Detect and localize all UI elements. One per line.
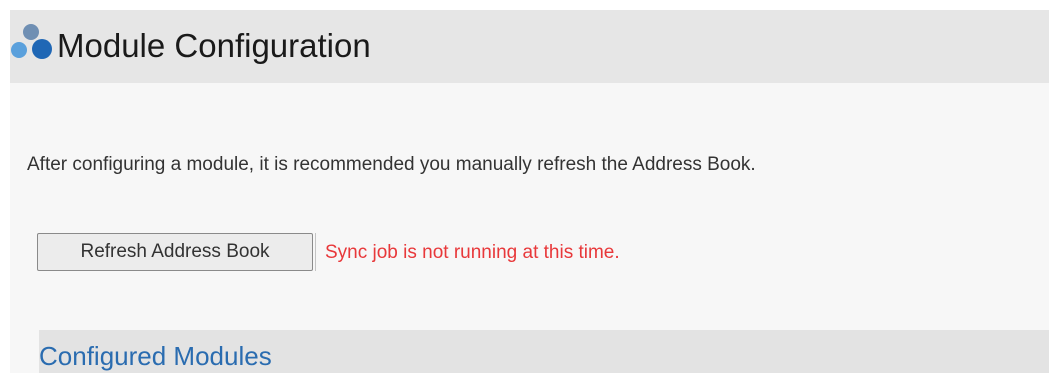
page-header: Module Configuration xyxy=(10,10,1049,83)
modules-icon xyxy=(11,24,52,59)
page-title: Module Configuration xyxy=(57,27,371,64)
refresh-address-book-button[interactable]: Refresh Address Book xyxy=(37,233,313,271)
module-configuration-page: Module Configuration After configuring a… xyxy=(10,10,1049,373)
status-divider xyxy=(315,233,316,271)
sync-status-message: Sync job is not running at this time. xyxy=(325,242,620,263)
refresh-recommendation-text: After configuring a module, it is recomm… xyxy=(27,154,756,175)
configured-modules-section-header: Configured Modules xyxy=(39,330,1049,373)
configured-modules-heading: Configured Modules xyxy=(39,341,272,371)
